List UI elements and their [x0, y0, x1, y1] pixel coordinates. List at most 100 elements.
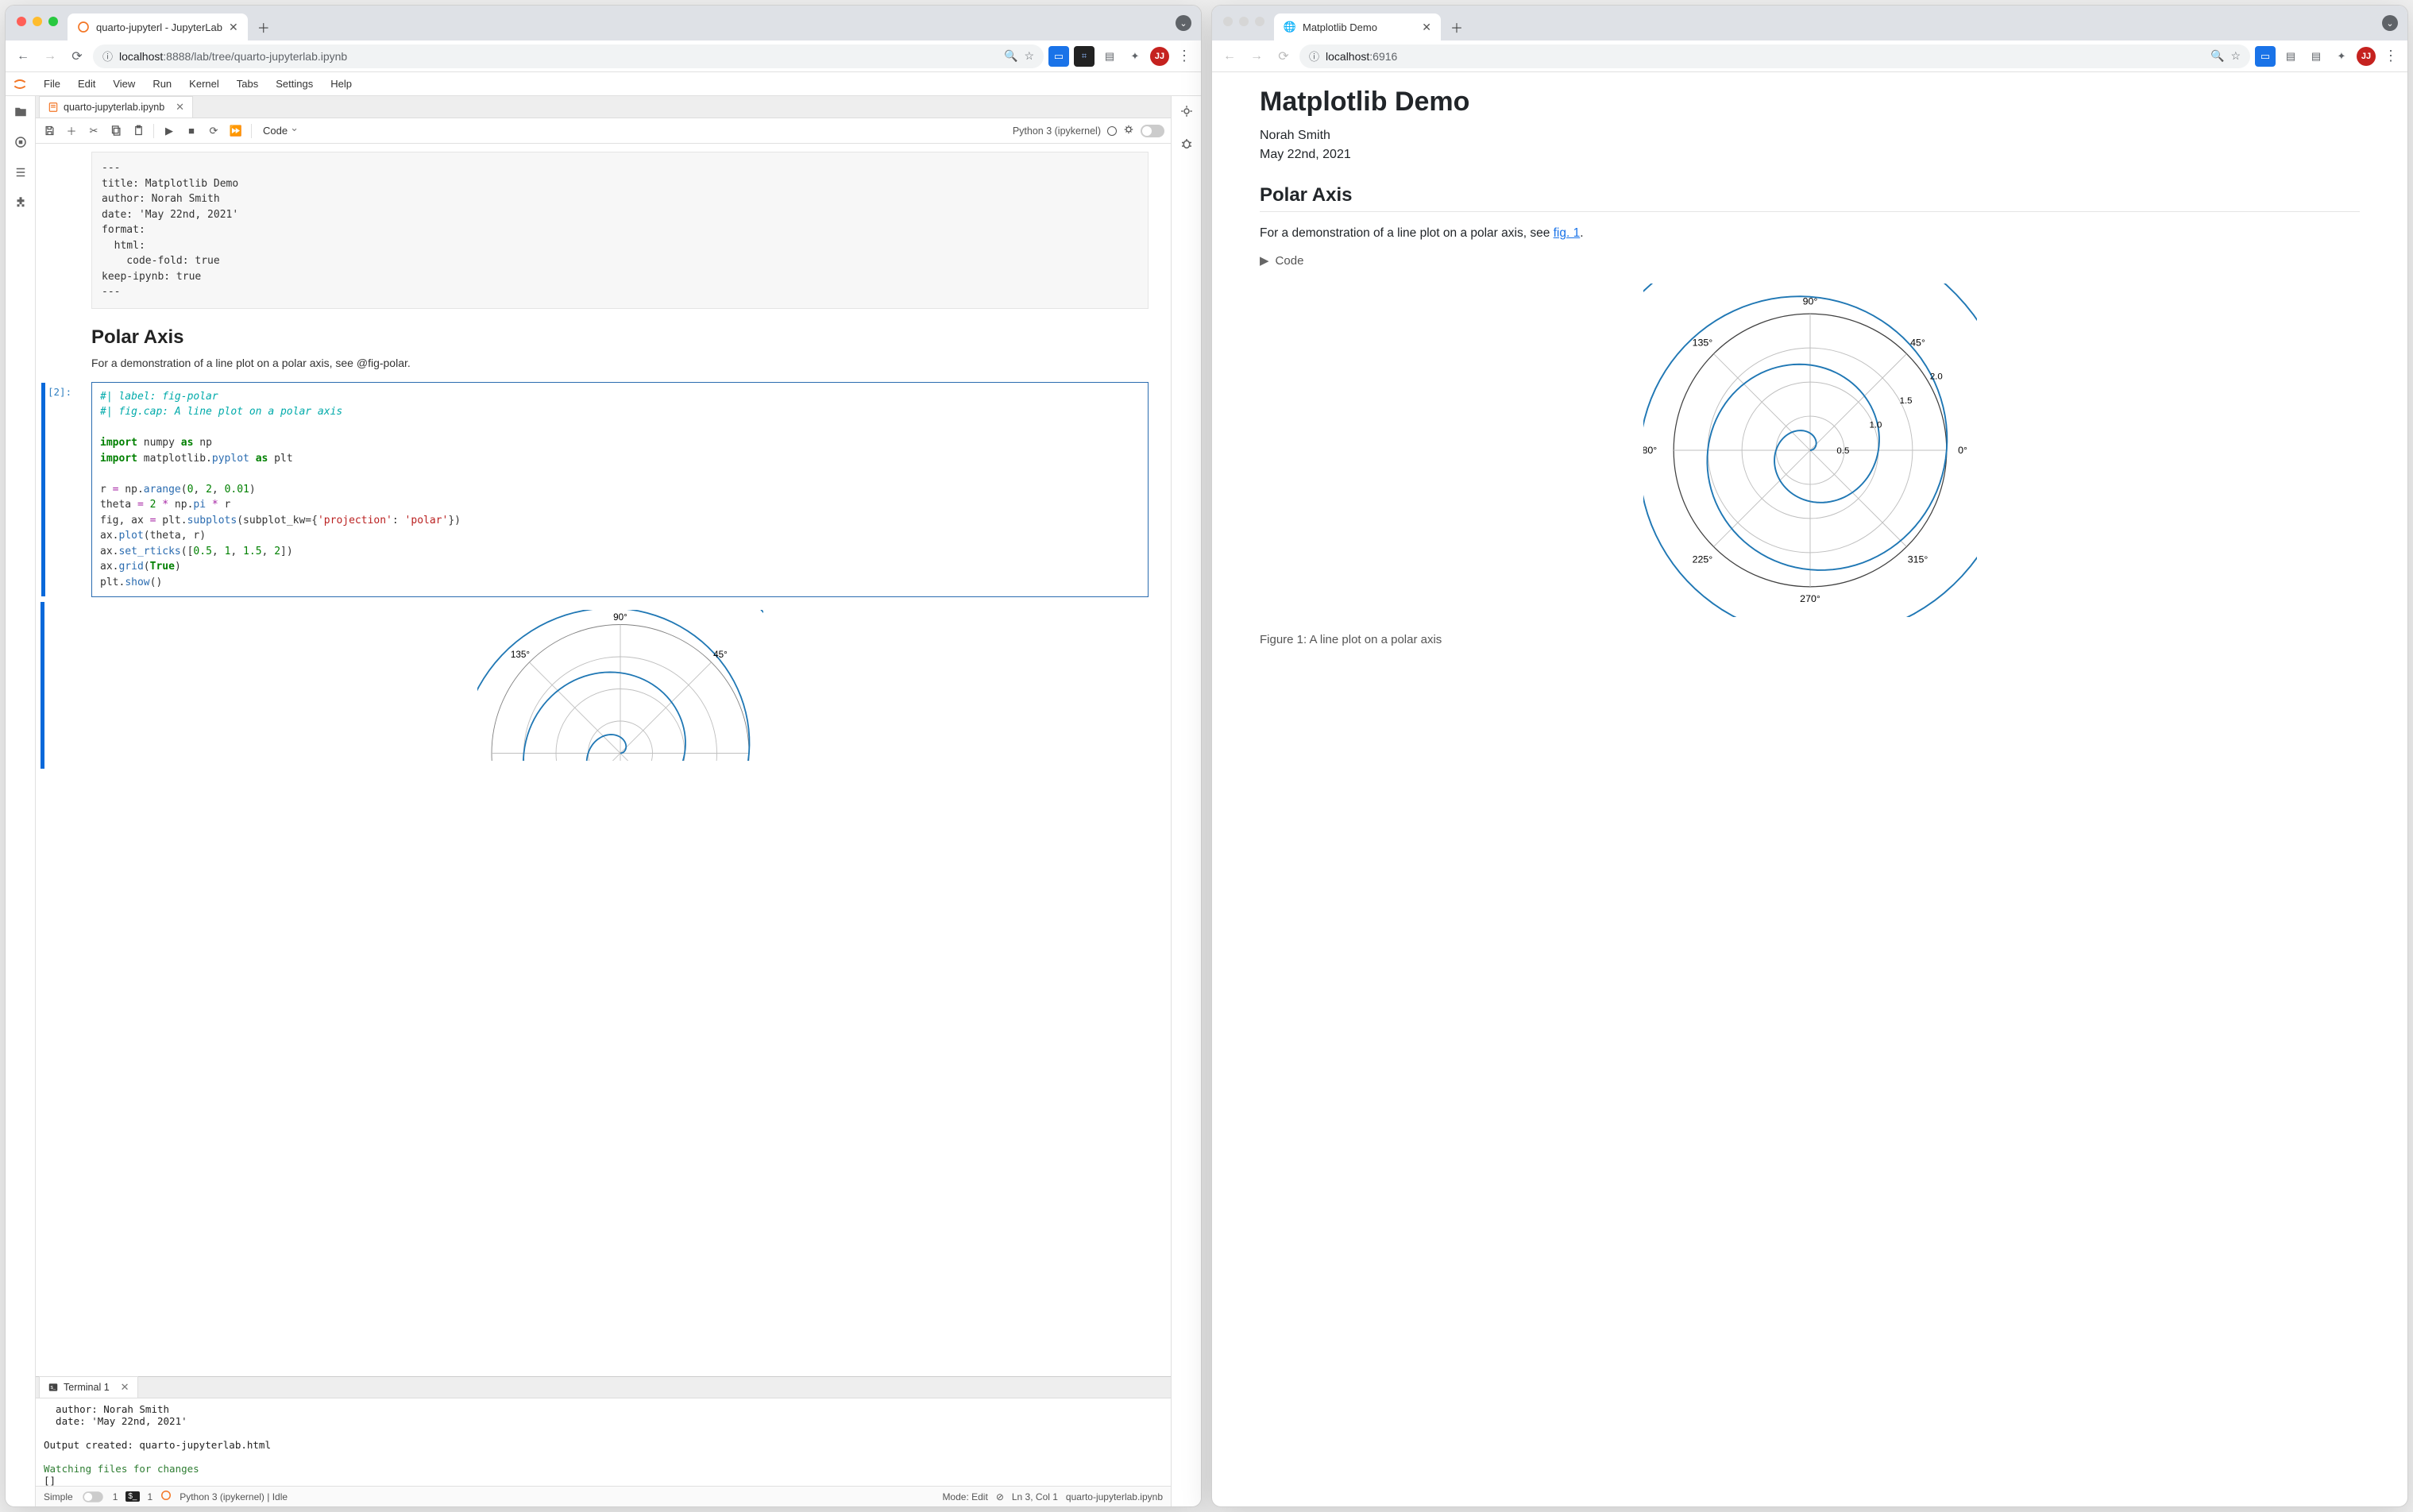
term-line: date: 'May 22nd, 2021': [44, 1415, 187, 1427]
reader-extension-icon[interactable]: ▤: [2280, 46, 2301, 67]
minimize-window-icon[interactable]: [33, 17, 42, 26]
zoom-extension-icon[interactable]: ▭: [1048, 46, 1069, 67]
menu-file[interactable]: File: [36, 75, 68, 93]
restart-icon[interactable]: ⟳: [207, 124, 221, 138]
filebrowser-icon[interactable]: [13, 104, 29, 120]
search-icon[interactable]: 🔍: [2210, 49, 2224, 63]
kernel-debug-icon[interactable]: [1123, 124, 1134, 137]
terminal-tab-close-icon[interactable]: ✕: [121, 1381, 129, 1394]
tab-close-icon[interactable]: ✕: [1422, 21, 1431, 34]
input-prompt: [2]:: [48, 386, 71, 398]
tab-overflow-icon[interactable]: ⌄: [2382, 15, 2398, 31]
debugger-icon[interactable]: [1179, 137, 1194, 155]
code-fold-toggle[interactable]: ▶ Code: [1260, 253, 2360, 268]
close-window-icon[interactable]: [1223, 17, 1233, 26]
reload-button[interactable]: ⟳: [1272, 45, 1295, 68]
profile-avatar[interactable]: JJ: [1150, 47, 1169, 66]
dev-extension-icon[interactable]: ⌗: [1074, 46, 1095, 67]
debugger-toggle[interactable]: [1141, 125, 1164, 137]
code-cell[interactable]: [2]: #| label: fig-polar #| fig.cap: A l…: [91, 382, 1149, 598]
window-jupyterlab: quarto-jupyterl - JupyterLab ✕ ＋ ⌄ ← → ⟳…: [5, 5, 1202, 1507]
menu-run[interactable]: Run: [145, 75, 180, 93]
extensions-puzzle-icon[interactable]: ✦: [2331, 46, 2352, 67]
doc-title: Matplotlib Demo: [1260, 87, 2360, 118]
url-path: :6916: [1369, 50, 1397, 63]
bookmark-star-icon[interactable]: ☆: [1024, 49, 1034, 63]
notebook-toolbar: ＋ ✂ ▶ ■ ⟳ ⏩ Code Pyth: [36, 118, 1171, 144]
forward-button[interactable]: →: [1245, 45, 1268, 68]
run-all-icon[interactable]: ⏩: [229, 124, 243, 138]
markdown-heading[interactable]: Polar Axis: [91, 326, 1149, 349]
insert-cell-icon[interactable]: ＋: [64, 124, 79, 138]
bookmark-star-icon[interactable]: ☆: [2230, 49, 2241, 63]
zoom-extension-icon[interactable]: ▭: [2255, 46, 2276, 67]
figure-caption: Figure 1: A line plot on a polar axis: [1260, 633, 2360, 646]
kernel-name-label[interactable]: Python 3 (ipykernel): [1013, 125, 1101, 137]
back-button[interactable]: ←: [1218, 45, 1241, 68]
back-button[interactable]: ←: [12, 45, 34, 68]
url-host: localhost: [119, 50, 163, 63]
menu-view[interactable]: View: [105, 75, 143, 93]
browser-tab[interactable]: 🌐 Matplotlib Demo ✕: [1274, 14, 1441, 40]
menu-tabs[interactable]: Tabs: [229, 75, 266, 93]
close-window-icon[interactable]: [17, 17, 26, 26]
menu-kernel[interactable]: Kernel: [181, 75, 227, 93]
tab-close-icon[interactable]: ✕: [229, 21, 238, 34]
menu-help[interactable]: Help: [322, 75, 360, 93]
profile-avatar[interactable]: JJ: [2357, 47, 2376, 66]
reload-button[interactable]: ⟳: [66, 45, 88, 68]
running-kernels-icon[interactable]: [13, 134, 29, 150]
toc-icon[interactable]: [13, 164, 29, 180]
zoom-window-icon[interactable]: [1255, 17, 1264, 26]
chrome-menu-icon[interactable]: ⋮: [2380, 48, 2401, 64]
menu-edit[interactable]: Edit: [70, 75, 103, 93]
terminal-body[interactable]: author: Norah Smith date: 'May 22nd, 202…: [36, 1398, 1171, 1486]
terminal-tab[interactable]: $_ Terminal 1 ✕: [39, 1376, 138, 1398]
site-info-icon[interactable]: ⓘ: [102, 48, 113, 64]
cell-type-select[interactable]: Code: [260, 123, 302, 138]
copy-icon[interactable]: [109, 124, 123, 138]
url-host: localhost: [1326, 50, 1369, 63]
save-icon[interactable]: [42, 124, 56, 138]
notebook-tab-close-icon[interactable]: ✕: [176, 101, 184, 114]
extensions-icon[interactable]: [13, 195, 29, 210]
notebook-tab[interactable]: quarto-jupyterlab.ipynb ✕: [39, 96, 193, 118]
menu-settings[interactable]: Settings: [268, 75, 321, 93]
stop-icon[interactable]: ■: [184, 124, 199, 138]
forward-button[interactable]: →: [39, 45, 61, 68]
paste-icon[interactable]: [131, 124, 145, 138]
code-editor[interactable]: #| label: fig-polar #| fig.cap: A line p…: [92, 383, 1148, 597]
chrome-menu-icon[interactable]: ⋮: [1174, 48, 1195, 64]
search-icon[interactable]: 🔍: [1004, 49, 1017, 63]
notebook-area[interactable]: --- title: Matplotlib Demo author: Norah…: [36, 144, 1171, 1376]
address-bar[interactable]: ⓘ localhost:8888/lab/tree/quarto-jupyter…: [93, 44, 1044, 68]
rendered-document[interactable]: Matplotlib Demo Norah Smith May 22nd, 20…: [1212, 72, 2407, 1506]
address-bar[interactable]: ⓘ localhost:6916 🔍 ☆: [1299, 44, 2250, 68]
jupyterlab-shell: File Edit View Run Kernel Tabs Settings …: [6, 72, 1201, 1506]
notebook-tab-label: quarto-jupyterlab.ipynb: [64, 102, 164, 113]
raw-front-matter-cell[interactable]: --- title: Matplotlib Demo author: Norah…: [91, 152, 1149, 309]
minimize-window-icon[interactable]: [1239, 17, 1249, 26]
jupyter-logo-icon[interactable]: [10, 75, 29, 94]
extensions-puzzle-icon[interactable]: ✦: [1125, 46, 1145, 67]
doc-author: Norah Smith: [1260, 129, 2360, 143]
cut-icon[interactable]: ✂: [87, 124, 101, 138]
simple-mode-toggle[interactable]: [83, 1491, 103, 1502]
new-tab-button[interactable]: ＋: [253, 16, 275, 38]
browser-tab[interactable]: quarto-jupyterl - JupyterLab ✕: [68, 14, 248, 40]
reader-extension-icon[interactable]: ▤: [1099, 46, 1120, 67]
property-inspector-icon[interactable]: [1179, 104, 1194, 122]
tab-overflow-icon[interactable]: ⌄: [1176, 15, 1191, 31]
notifications-icon[interactable]: ⊘: [996, 1491, 1004, 1502]
r-label-20: 2.0: [1929, 372, 1942, 381]
run-icon[interactable]: ▶: [162, 124, 176, 138]
extensions-area: ▭ ▤ ▤ ✦ JJ ⋮: [2255, 46, 2401, 67]
zoom-window-icon[interactable]: [48, 17, 58, 26]
reader2-extension-icon[interactable]: ▤: [2306, 46, 2326, 67]
site-info-icon[interactable]: ⓘ: [1309, 48, 1319, 64]
fig-ref-link[interactable]: fig. 1: [1554, 226, 1581, 240]
new-tab-button[interactable]: ＋: [1446, 16, 1468, 38]
markdown-paragraph[interactable]: For a demonstration of a line plot on a …: [91, 357, 1149, 369]
r-label-05: 0.5: [1836, 446, 1849, 456]
browser-toolbar: ← → ⟳ ⓘ localhost:6916 🔍 ☆ ▭ ▤ ▤ ✦ JJ ⋮: [1212, 40, 2407, 72]
